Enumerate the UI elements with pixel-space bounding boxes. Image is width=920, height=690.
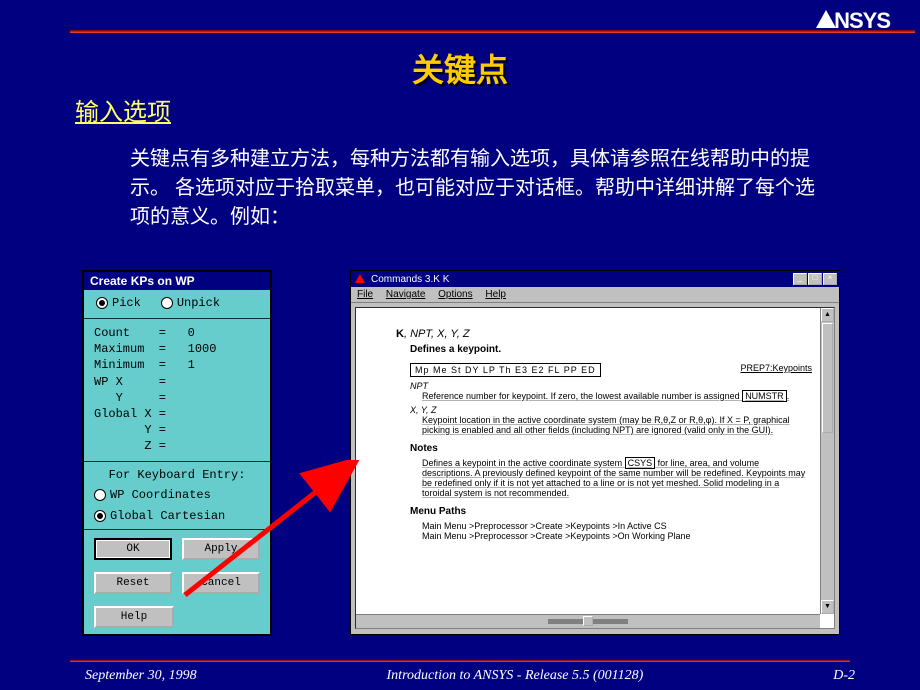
help-window-title: Commands 3.K K	[371, 274, 449, 285]
reset-button[interactable]: Reset	[94, 572, 172, 594]
arg-xyz-desc: Keypoint location in the active coordina…	[422, 415, 809, 435]
close-button[interactable]: ×	[823, 273, 837, 285]
dialog-title: Create KPs on WP	[84, 272, 270, 290]
notes-heading: Notes	[410, 443, 809, 454]
unpick-radio[interactable]: Unpick	[161, 296, 220, 310]
slide-subtitle: 输入选项	[75, 92, 171, 127]
menupath-1: Main Menu >Preprocessor >Create >Keypoin…	[422, 521, 809, 531]
help-content: K, NPT, X, Y, Z Defines a keypoint. PREP…	[355, 307, 835, 629]
wp-coords-label: WP Coordinates	[110, 488, 211, 502]
dialog-values: Count = 0 Maximum = 1000 Minimum = 1 WP …	[84, 321, 270, 459]
radio-icon	[94, 489, 106, 501]
footer: September 30, 1998 Introduction to ANSYS…	[85, 668, 855, 684]
pick-label: Pick	[112, 296, 141, 310]
category-link[interactable]: PREP7:Keypoints	[740, 363, 812, 373]
numstr-link[interactable]: NUMSTR	[742, 390, 787, 402]
cmd-args: , NPT, X, Y, Z	[404, 328, 470, 340]
radio-icon	[96, 297, 108, 309]
unpick-label: Unpick	[177, 296, 220, 310]
menu-navigate[interactable]: Navigate	[386, 289, 425, 300]
notes-paragraph: Defines a keypoint in the active coordin…	[422, 458, 809, 498]
global-cartesian-radio[interactable]: Global Cartesian	[94, 509, 225, 523]
vertical-scrollbar[interactable]: ▲ ▼	[820, 308, 834, 614]
scroll-down-icon[interactable]: ▼	[821, 600, 834, 614]
menupaths-heading: Menu Paths	[410, 506, 809, 517]
slide-body-text: 关键点有多种建立方法，每种方法都有输入选项，具体请参照在线帮助中的提示。 各选项…	[130, 145, 830, 232]
keyboard-entry-label: For Keyboard Entry:	[94, 468, 260, 482]
footer-page: D-2	[833, 668, 855, 684]
apply-button[interactable]: Apply	[182, 538, 260, 560]
footer-center: Introduction to ANSYS - Release 5.5 (001…	[387, 668, 644, 684]
maximize-button[interactable]: □	[808, 273, 822, 285]
slide-title: 关键点	[0, 45, 920, 91]
menupath-2: Main Menu >Preprocessor >Create >Keypoin…	[422, 531, 809, 541]
menu-file[interactable]: File	[357, 289, 373, 300]
ok-button[interactable]: OK	[94, 538, 172, 560]
scroll-thumb[interactable]	[822, 323, 833, 433]
horizontal-slider[interactable]	[356, 614, 820, 628]
help-button[interactable]: Help	[94, 606, 174, 628]
app-icon	[353, 272, 367, 286]
command-signature: K, NPT, X, Y, Z	[396, 328, 809, 340]
arg-npt-desc: Reference number for keypoint. If zero, …	[422, 391, 809, 401]
cancel-button[interactable]: Cancel	[182, 572, 260, 594]
radio-icon	[161, 297, 173, 309]
create-kps-dialog: Create KPs on WP Pick Unpick Count = 0 M…	[82, 270, 272, 636]
bottom-divider	[70, 660, 850, 662]
command-definition: Defines a keypoint.	[410, 344, 809, 355]
footer-date: September 30, 1998	[85, 668, 197, 684]
minimize-button[interactable]: _	[793, 273, 807, 285]
help-window: Commands 3.K K _ □ × File Navigate Optio…	[350, 270, 840, 635]
product-toolbar: Mp Me St DY LP Th E3 E2 FL PP ED	[410, 363, 601, 377]
scroll-up-icon[interactable]: ▲	[821, 308, 834, 322]
help-titlebar[interactable]: Commands 3.K K _ □ ×	[351, 271, 839, 287]
global-cart-label: Global Cartesian	[110, 509, 225, 523]
help-menubar: File Navigate Options Help	[351, 287, 839, 303]
ansys-logo: NSYS	[816, 8, 890, 34]
top-divider	[70, 30, 915, 33]
radio-icon	[94, 510, 106, 522]
slider-knob[interactable]	[583, 616, 593, 626]
menu-options[interactable]: Options	[438, 289, 472, 300]
logo-text: NSYS	[834, 8, 890, 33]
pick-radio[interactable]: Pick	[96, 296, 141, 310]
arg-xyz-name: X, Y, Z	[410, 405, 809, 415]
cmd-name: K	[396, 328, 404, 340]
wp-coordinates-radio[interactable]: WP Coordinates	[94, 488, 211, 502]
menu-help[interactable]: Help	[485, 289, 506, 300]
